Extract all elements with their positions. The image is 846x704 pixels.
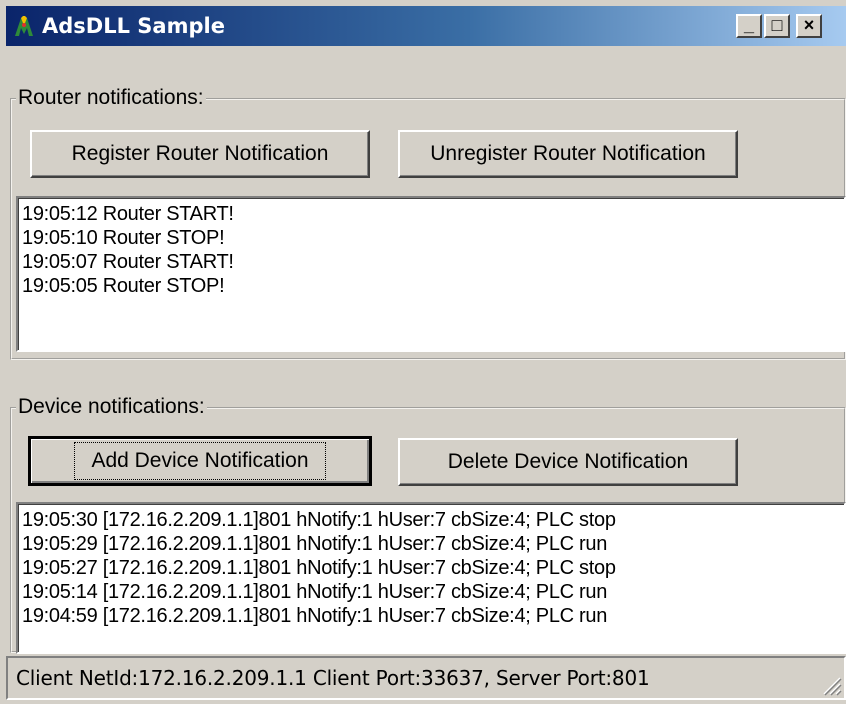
list-item[interactable]: 19:05:27 [172.16.2.209.1.1]801 hNotify:1… [22,556,840,580]
device-notifications-label: Device notifications: [16,394,207,420]
maximize-icon: □ [771,15,783,35]
list-item[interactable]: 19:05:07 Router START! [22,250,840,274]
router-log-listbox[interactable]: 19:05:12 Router START! 19:05:10 Router S… [16,196,846,352]
resize-grip-icon[interactable] [818,672,842,696]
app-window: AdsDLL Sample _ □ × Router notifications… [0,0,846,704]
status-text: Client NetId:172.16.2.209.1.1 Client Por… [16,666,650,690]
delete-device-notification-label: Delete Device Notification [447,450,689,473]
minimize-icon: _ [743,15,754,35]
maximize-button[interactable]: □ [764,14,790,38]
list-item[interactable]: 19:05:29 [172.16.2.209.1.1]801 hNotify:1… [22,532,840,556]
title-bar[interactable]: AdsDLL Sample _ □ × [6,6,846,46]
unregister-router-notification-label: Unregister Router Notification [430,142,706,165]
device-log-listbox[interactable]: 19:05:30 [172.16.2.209.1.1]801 hNotify:1… [16,502,846,654]
list-item[interactable]: 19:05:10 Router STOP! [22,226,840,250]
status-bar: Client NetId:172.16.2.209.1.1 Client Por… [6,656,846,700]
register-router-notification-label: Register Router Notification [71,142,329,165]
router-notifications-label: Router notifications: [16,85,206,111]
app-icon [15,16,33,36]
minimize-button[interactable]: _ [736,14,762,38]
close-icon: × [803,15,815,35]
delete-device-notification-button[interactable]: Delete Device Notification [398,438,738,486]
list-item[interactable]: 19:05:30 [172.16.2.209.1.1]801 hNotify:1… [22,508,840,532]
list-item[interactable]: 19:05:12 Router START! [22,202,840,226]
unregister-router-notification-button[interactable]: Unregister Router Notification [398,130,738,178]
register-router-notification-button[interactable]: Register Router Notification [30,130,370,178]
list-item[interactable]: 19:05:14 [172.16.2.209.1.1]801 hNotify:1… [22,580,840,604]
window-title: AdsDLL Sample [42,14,225,38]
list-item[interactable]: 19:04:59 [172.16.2.209.1.1]801 hNotify:1… [22,604,840,628]
close-button[interactable]: × [796,14,822,38]
add-device-notification-label: Add Device Notification [74,442,326,480]
add-device-notification-button[interactable]: Add Device Notification [28,436,372,486]
list-item[interactable]: 19:05:05 Router STOP! [22,274,840,298]
